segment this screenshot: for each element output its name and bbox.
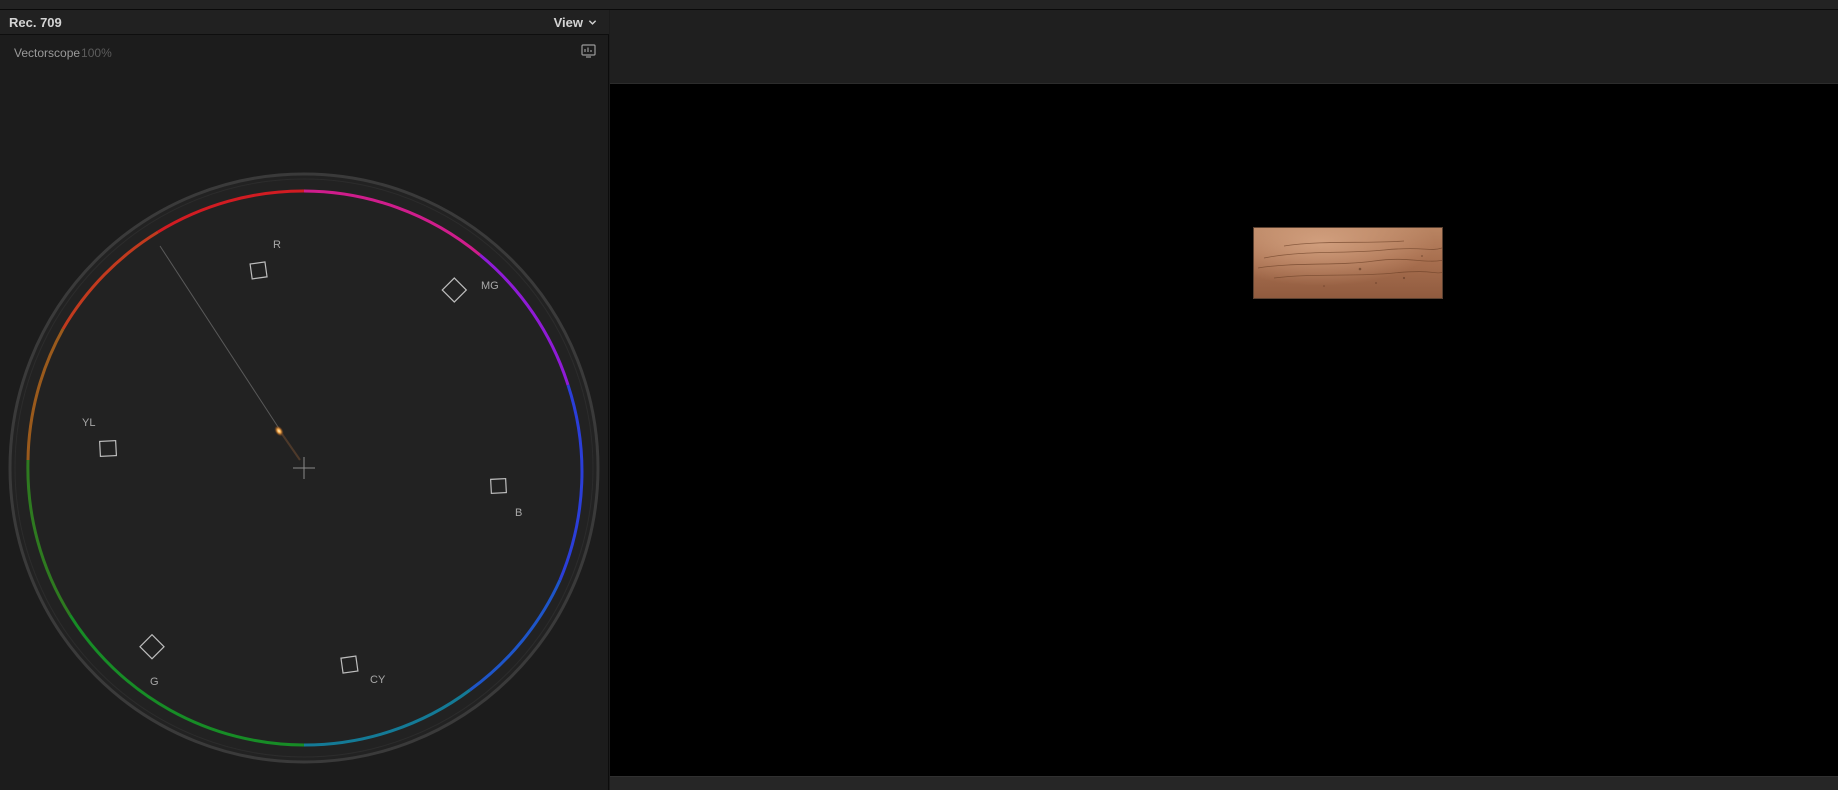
viewer-canvas[interactable]	[610, 84, 1838, 776]
target-label-yl: YL	[82, 417, 95, 429]
scope-header: Rec. 709 View	[0, 10, 609, 35]
skin-texture-clip[interactable]	[1253, 227, 1443, 299]
color-space-label: Rec. 709	[9, 15, 62, 30]
scope-zoom: 100%	[81, 46, 112, 60]
target-label-cy: CY	[370, 674, 386, 686]
scope-settings-icon[interactable]	[581, 44, 596, 58]
target-label-mg: MG	[481, 280, 499, 292]
skin-texture-image	[1254, 228, 1442, 298]
viewer	[610, 10, 1838, 790]
window-top-strip	[0, 0, 1838, 10]
target-label-g: G	[150, 676, 159, 688]
viewer-bottom-bar	[610, 776, 1838, 790]
scope-type-label: Vectorscope100%	[14, 46, 112, 60]
view-menu-button[interactable]: View	[554, 15, 597, 30]
vectorscope: R MG B CY G YL	[8, 172, 600, 764]
chevron-down-icon	[588, 20, 597, 25]
scope-panel: Rec. 709 View Vectorscope100% R MG B CY …	[0, 10, 609, 790]
viewer-toolbar-area	[610, 10, 1838, 84]
view-menu-label: View	[553, 15, 583, 30]
target-label-b: B	[515, 507, 522, 519]
scope-type-name: Vectorscope	[14, 46, 81, 60]
target-label-r: R	[273, 239, 281, 251]
